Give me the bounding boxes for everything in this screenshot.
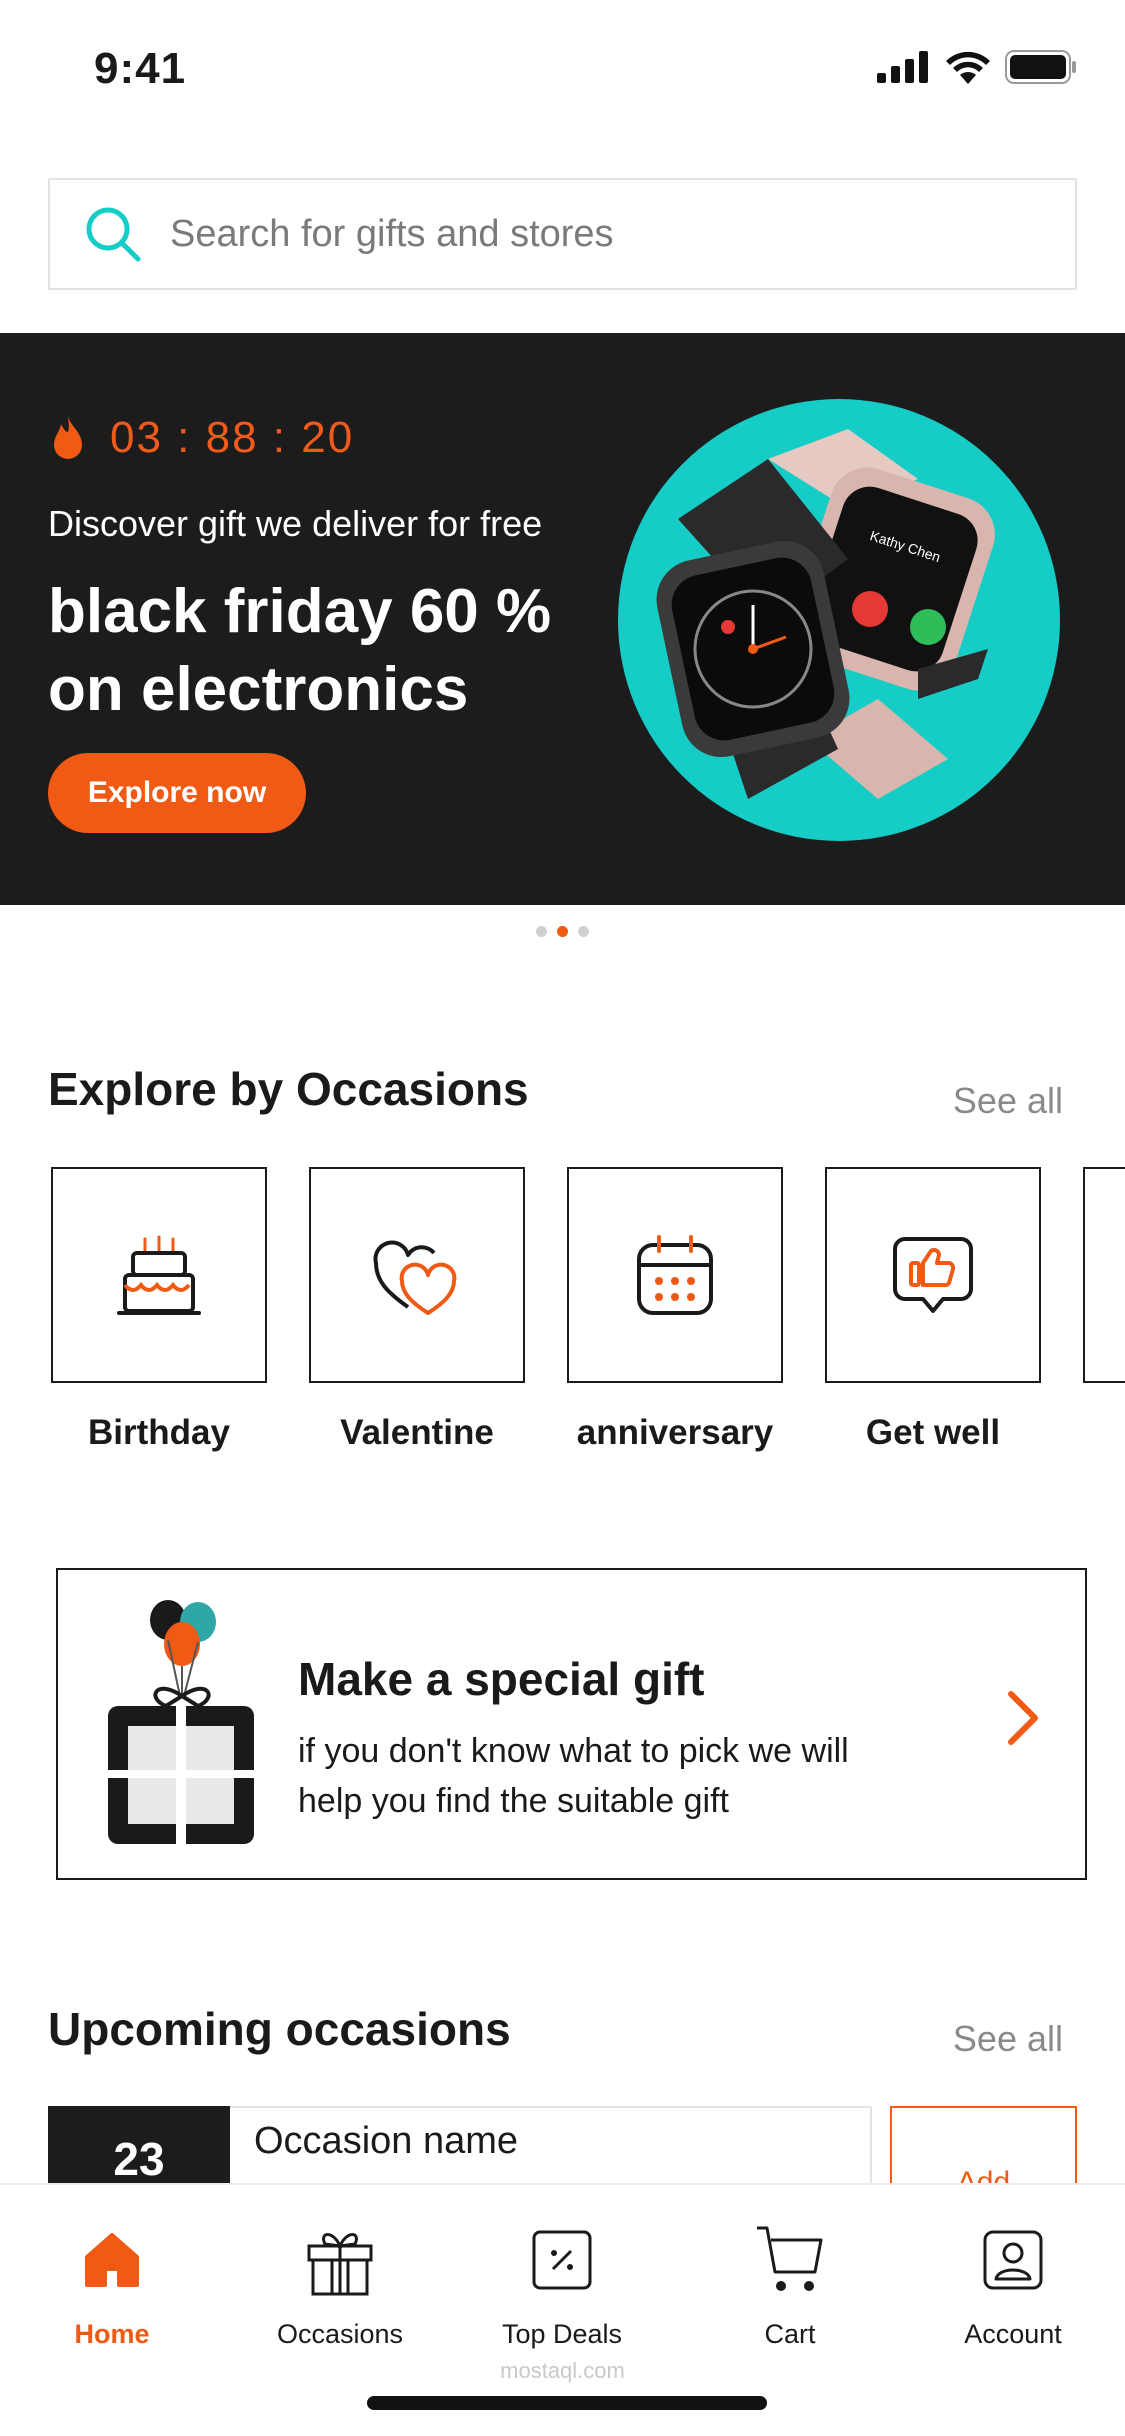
special-gift-title: Make a special gift bbox=[298, 1653, 705, 1705]
thumbs-up-icon bbox=[893, 1237, 973, 1313]
special-gift-description: if you don't know what to pick we will h… bbox=[298, 1732, 849, 1820]
search-input[interactable] bbox=[170, 212, 970, 256]
chevron-right-icon[interactable] bbox=[1003, 1688, 1043, 1748]
nav-label: Top Deals bbox=[501, 2319, 623, 2349]
home-indicator[interactable] bbox=[367, 2396, 767, 2410]
occasion-card-partial[interactable] bbox=[1083, 1167, 1125, 1383]
occasion-name: Occasion name bbox=[230, 2106, 872, 2186]
gift-box-icon bbox=[108, 1600, 254, 1844]
timer-value: 03 : 88 : 20 bbox=[110, 413, 355, 462]
occasion-icon-box bbox=[309, 1167, 525, 1383]
birthday-cake-icon bbox=[117, 1235, 201, 1315]
nav-label: Occasions bbox=[276, 2319, 404, 2349]
banner-title: black friday 60 % on electronics bbox=[48, 577, 552, 724]
occasion-card-valentine[interactable]: Valentine bbox=[309, 1167, 525, 1453]
gift-icon bbox=[307, 2233, 373, 2296]
promo-banner[interactable]: 03 : 88 : 20 Discover gift we deliver fo… bbox=[0, 333, 1125, 905]
occasion-icon-box bbox=[567, 1167, 783, 1383]
nav-label: Account bbox=[964, 2319, 1062, 2349]
countdown-timer: 03 : 88 : 20 bbox=[48, 413, 354, 463]
occasion-label: anniversary bbox=[576, 1413, 774, 1452]
occasion-label: Valentine bbox=[340, 1413, 494, 1452]
occasion-icon-box bbox=[825, 1167, 1041, 1383]
status-bar: 9:41 bbox=[0, 0, 1125, 140]
pagination-dot[interactable] bbox=[578, 926, 589, 937]
smartwatch-image: Kathy Chen bbox=[656, 429, 995, 799]
occasions-carousel[interactable]: Birthday Valentine anniversary Get well bbox=[51, 1167, 1125, 1467]
account-icon bbox=[983, 2230, 1043, 2290]
occasion-card-birthday[interactable]: Birthday bbox=[51, 1167, 267, 1453]
status-icons bbox=[877, 50, 1077, 84]
signal-icon bbox=[877, 51, 928, 83]
occasion-label: Birthday bbox=[88, 1413, 230, 1452]
cart-icon bbox=[757, 2226, 823, 2291]
nav-item-home[interactable]: Home bbox=[12, 2215, 212, 2350]
explore-now-button[interactable]: Explore now bbox=[48, 753, 306, 833]
fire-icon bbox=[54, 416, 82, 459]
home-icon bbox=[85, 2233, 139, 2287]
pagination-dot[interactable] bbox=[536, 926, 547, 937]
discount-icon bbox=[532, 2230, 592, 2290]
add-occasion-button[interactable]: Add bbox=[890, 2106, 1077, 2199]
nav-item-cart[interactable]: Cart bbox=[690, 2215, 890, 2350]
search-bar[interactable] bbox=[48, 178, 1077, 290]
nav-item-top-deals[interactable]: Top Deals bbox=[462, 2215, 662, 2350]
occasion-icon-box bbox=[1083, 1167, 1125, 1383]
occasion-icon-box bbox=[51, 1167, 267, 1383]
upcoming-section-title: Upcoming occasions bbox=[48, 2003, 511, 2055]
battery-icon bbox=[1005, 50, 1076, 84]
nav-item-account[interactable]: Account bbox=[913, 2215, 1113, 2350]
wifi-icon bbox=[946, 51, 990, 84]
search-icon bbox=[86, 207, 141, 262]
banner-pagination[interactable] bbox=[536, 926, 589, 937]
occasion-date-badge: 23 bbox=[48, 2106, 230, 2186]
occasions-section-title: Explore by Occasions bbox=[48, 1063, 529, 1115]
pagination-dot-active[interactable] bbox=[557, 926, 568, 937]
banner-subtitle: Discover gift we deliver for free bbox=[48, 503, 543, 544]
hearts-icon bbox=[373, 1240, 457, 1315]
occasion-label: Get well bbox=[865, 1413, 1001, 1452]
occasions-see-all-link[interactable]: See all bbox=[953, 1080, 1063, 1122]
nav-label: Home bbox=[74, 2319, 150, 2349]
nav-label: Cart bbox=[764, 2319, 816, 2349]
calendar-icon bbox=[637, 1235, 713, 1315]
nav-item-occasions[interactable]: Occasions bbox=[240, 2215, 440, 2350]
upcoming-see-all-link[interactable]: See all bbox=[953, 2018, 1063, 2060]
special-gift-card[interactable]: Make a special gift if you don't know wh… bbox=[56, 1568, 1087, 1880]
status-time: 9:41 bbox=[94, 44, 187, 93]
upcoming-occasion-item[interactable]: 23 Occasion name Add bbox=[48, 2106, 1077, 2199]
occasion-card-get-well[interactable]: Get well bbox=[825, 1167, 1041, 1453]
occasion-card-anniversary[interactable]: anniversary bbox=[567, 1167, 783, 1453]
